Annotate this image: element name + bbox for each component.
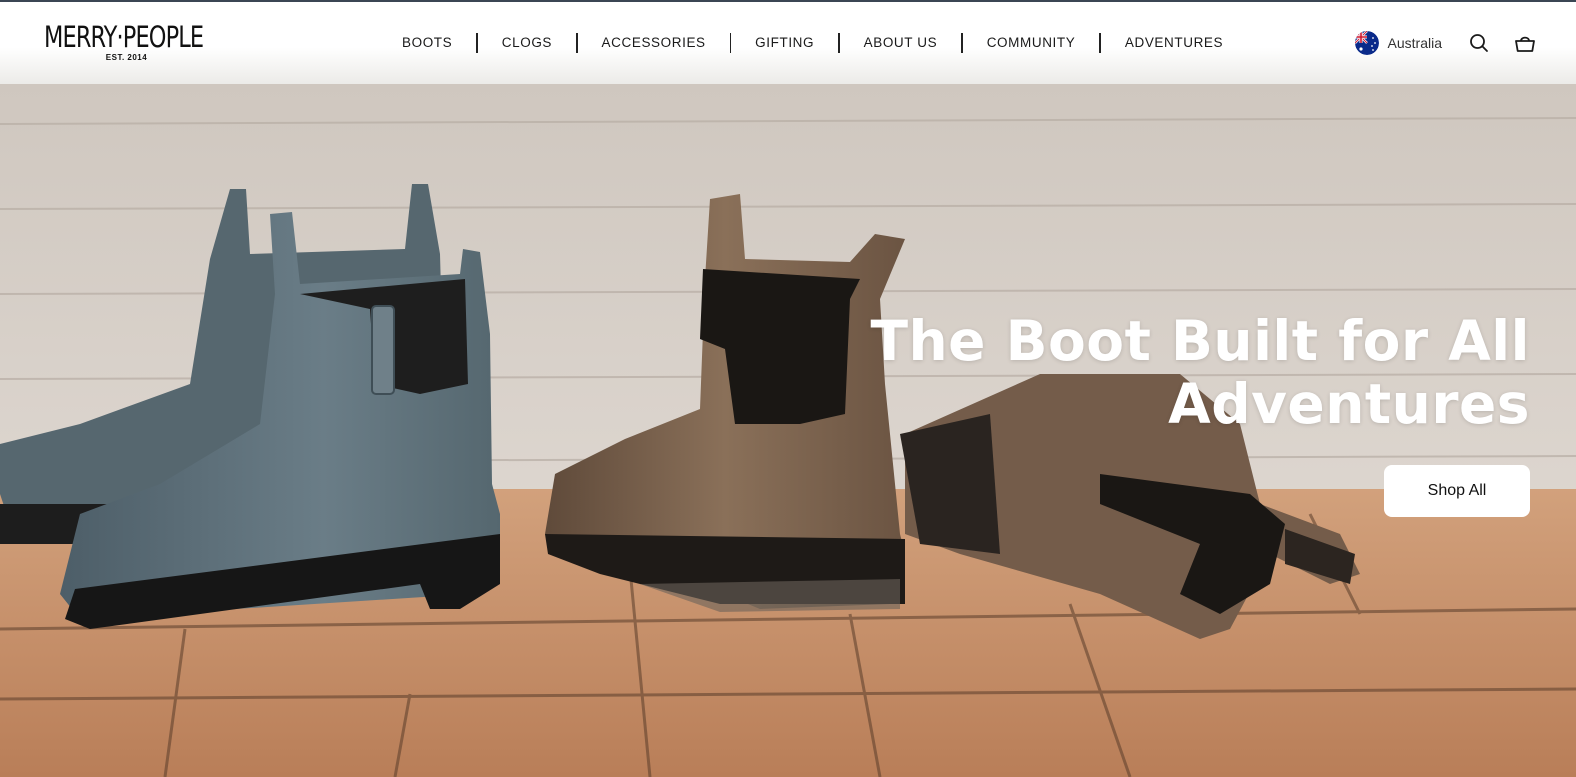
nav-item-accessories[interactable]: ACCESSORIES — [590, 33, 718, 53]
search-icon[interactable] — [1468, 32, 1490, 54]
shop-all-button[interactable]: Shop All — [1384, 465, 1530, 517]
hero-banner: The Boot Built for All Adventures Shop A… — [0, 84, 1576, 777]
hero-title-line-1: The Boot Built for All — [870, 309, 1530, 373]
brand-logo[interactable]: MERRY·PEOPLE EST. 2014 — [44, 22, 219, 66]
nav-divider — [1099, 33, 1101, 53]
nav-item-clogs[interactable]: CLOGS — [490, 33, 564, 53]
australia-flag-icon — [1354, 31, 1379, 55]
nav-item-community[interactable]: COMMUNITY — [975, 33, 1088, 53]
locale-label: Australia — [1387, 35, 1442, 51]
site-header: MERRY·PEOPLE EST. 2014 BOOTS CLOGS ACCES… — [0, 2, 1576, 84]
locale-selector[interactable]: Australia — [1354, 31, 1442, 55]
header-actions: Australia — [1354, 2, 1536, 84]
cart-basket-icon[interactable] — [1514, 32, 1536, 54]
nav-item-boots[interactable]: BOOTS — [390, 33, 464, 53]
nav-item-about-us[interactable]: ABOUT US — [852, 33, 950, 53]
nav-divider — [729, 33, 732, 53]
nav-divider — [576, 33, 578, 53]
brand-name: MERRY·PEOPLE — [44, 20, 204, 54]
nav-item-gifting[interactable]: GIFTING — [743, 33, 826, 53]
brand-tagline: EST. 2014 — [105, 53, 148, 62]
hero-title-line-2: Adventures — [1168, 372, 1530, 436]
hero-title: The Boot Built for All Adventures — [870, 310, 1530, 436]
main-navigation: BOOTS CLOGS ACCESSORIES GIFTING ABOUT US… — [390, 2, 1235, 84]
nav-divider — [961, 33, 963, 53]
nav-item-adventures[interactable]: ADVENTURES — [1113, 33, 1235, 53]
nav-divider — [476, 33, 478, 53]
nav-divider — [838, 33, 840, 53]
